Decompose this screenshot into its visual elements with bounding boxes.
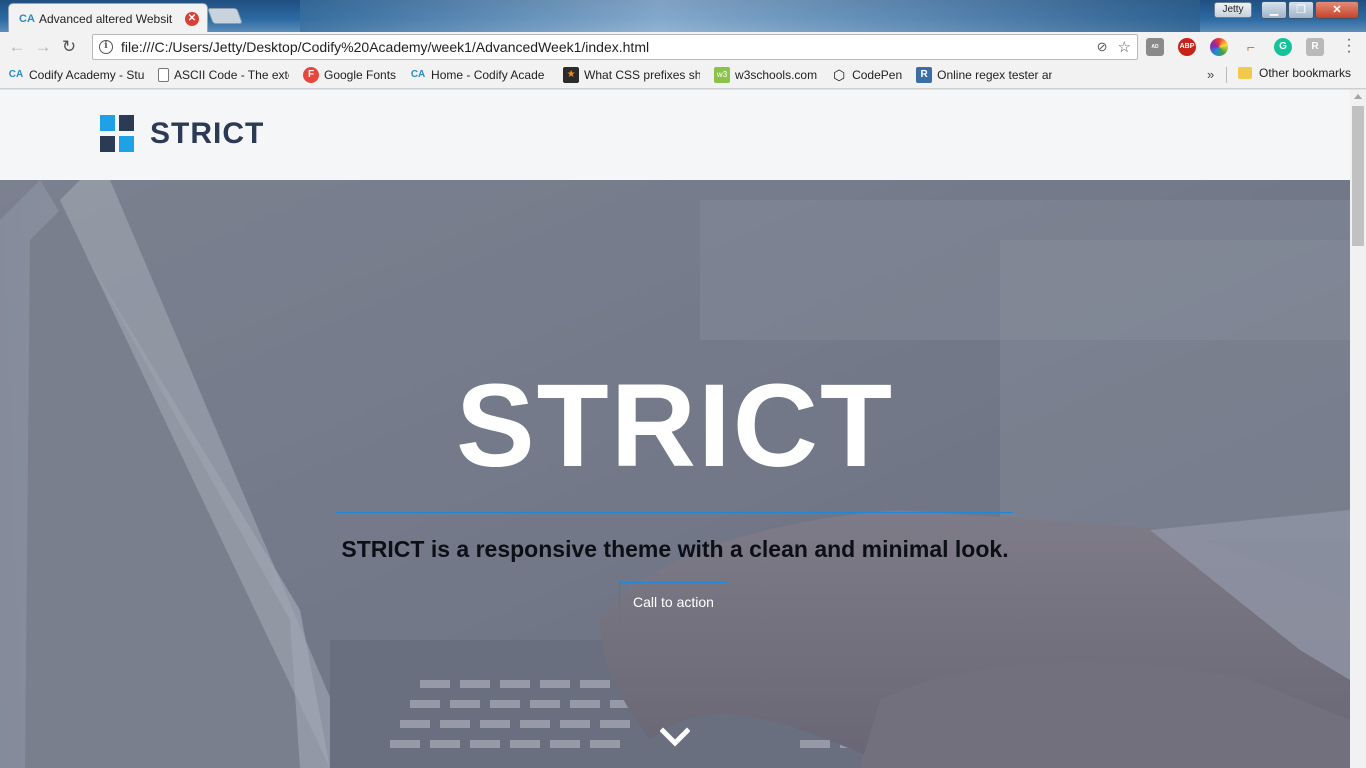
- bookmark-item[interactable]: ⬡ CodePen: [831, 67, 902, 83]
- close-window-button[interactable]: ✕: [1315, 1, 1359, 19]
- minimize-button[interactable]: ▁: [1261, 1, 1287, 19]
- bookmark-item[interactable]: CA Codify Academy - Stu: [8, 67, 144, 83]
- r-extension-icon[interactable]: R: [1306, 38, 1324, 56]
- browser-tab-active[interactable]: CA Advanced altered Websit ✕: [8, 3, 208, 32]
- maximize-button[interactable]: ❐: [1288, 1, 1314, 19]
- bookmark-star-icon[interactable]: ☆: [1118, 38, 1131, 56]
- forward-button[interactable]: →: [30, 34, 56, 60]
- reload-icon: ↻: [61, 37, 77, 56]
- profile-button[interactable]: Jetty: [1214, 2, 1252, 18]
- call-to-action-button[interactable]: Call to action: [619, 582, 727, 622]
- bookmark-item[interactable]: CA Home - Codify Acade: [410, 67, 549, 83]
- window-titlebar: CA Advanced altered Websit ✕ Jetty ▁ ❐ ✕: [0, 0, 1366, 32]
- hero-subtitle: STRICT is a responsive theme with a clea…: [341, 536, 1009, 562]
- tab-close-icon[interactable]: ✕: [185, 11, 199, 26]
- logo-text: STRICT: [150, 116, 265, 150]
- bookmark-item[interactable]: ★ What CSS prefixes sho: [563, 67, 700, 83]
- arrow-right-icon: →: [34, 37, 52, 56]
- bookmark-item[interactable]: R Online regex tester an: [916, 67, 1052, 83]
- color-wheel-extension-icon[interactable]: [1210, 38, 1228, 56]
- other-bookmarks-label: Other bookmarks: [1259, 66, 1352, 80]
- new-tab-button[interactable]: [207, 8, 243, 24]
- bookmark-label: Online regex tester an: [937, 68, 1053, 82]
- ruler-extension-icon[interactable]: ⌐: [1242, 38, 1260, 56]
- other-bookmarks-button[interactable]: Other bookmarks: [1238, 66, 1351, 80]
- browser-menu-icon[interactable]: · · ·: [1342, 32, 1356, 60]
- abp-extension-icon[interactable]: ABP: [1178, 38, 1196, 56]
- back-button[interactable]: ←: [4, 34, 30, 60]
- tab-favicon: CA: [19, 12, 35, 25]
- browser-toolbar: ← → ↻ i file:///C:/Users/Jetty/Desktop/C…: [0, 32, 1366, 68]
- grammarly-extension-icon[interactable]: G: [1274, 38, 1292, 56]
- scroll-up-arrow-icon[interactable]: [1354, 94, 1362, 99]
- bookmark-label: ASCII Code - The exte: [174, 68, 289, 82]
- arrow-left-icon: ←: [8, 37, 26, 56]
- codepen-icon: ⬡: [832, 67, 846, 83]
- bookmarks-bar: CA Codify Academy - Stu ASCII Code - The…: [0, 62, 1366, 89]
- regex-r-icon: R: [916, 67, 933, 83]
- bookmark-label: Google Fonts: [324, 68, 397, 82]
- tab-title: Advanced altered Websit: [39, 11, 173, 26]
- site-logo[interactable]: STRICT: [100, 115, 264, 152]
- bookmark-label: w3schools.com: [735, 68, 818, 82]
- reload-button[interactable]: ↻: [56, 34, 82, 60]
- site-header: STRICT: [0, 90, 1350, 180]
- bookmark-label: CodePen: [852, 68, 903, 82]
- adblock-ads-extension-icon[interactable]: AD ADS: [1146, 38, 1164, 68]
- bookmarks-separator: [1226, 67, 1227, 83]
- bookmark-item[interactable]: F Google Fonts: [303, 67, 396, 83]
- bookmark-item[interactable]: w3 w3schools.com: [714, 67, 817, 83]
- info-icon[interactable]: i: [99, 40, 113, 54]
- google-fonts-icon: F: [303, 67, 319, 83]
- codify-academy-icon: CA: [410, 69, 426, 80]
- bookmark-item[interactable]: ASCII Code - The exte: [158, 68, 289, 82]
- bookmark-label: What CSS prefixes sho: [584, 68, 701, 82]
- address-url[interactable]: file:///C:/Users/Jetty/Desktop/Codify%20…: [121, 39, 1097, 55]
- extensions-bar: AD ADS ABP ⌐ G R: [1146, 38, 1324, 68]
- logo-squares-icon: [100, 115, 134, 152]
- bookmarks-overflow-button[interactable]: »: [1207, 67, 1214, 82]
- translate-blocked-icon[interactable]: ⊘: [1097, 39, 1108, 55]
- page-scrollbar[interactable]: [1350, 90, 1366, 768]
- bookmark-label: Codify Academy - Stu: [29, 68, 144, 82]
- codify-academy-icon: CA: [8, 69, 24, 80]
- titlebar-background: [300, 0, 1200, 32]
- document-icon: [158, 68, 169, 82]
- w3schools-icon: w3: [714, 67, 731, 83]
- hero-section: STRICT STRICT is a responsive theme with…: [0, 180, 1350, 768]
- web-page: STRICT STRICT STRICT is a responsive the…: [0, 90, 1350, 768]
- address-bar[interactable]: i file:///C:/Users/Jetty/Desktop/Codify%…: [92, 34, 1138, 60]
- bookmark-label: Home - Codify Acade: [431, 68, 545, 82]
- hero-title: STRICT: [455, 360, 895, 492]
- star-icon: ★: [563, 67, 580, 83]
- hero-divider: [336, 512, 1013, 513]
- chevron-down-icon[interactable]: [660, 726, 690, 750]
- scrollbar-thumb[interactable]: [1352, 106, 1364, 246]
- folder-icon: [1238, 67, 1252, 79]
